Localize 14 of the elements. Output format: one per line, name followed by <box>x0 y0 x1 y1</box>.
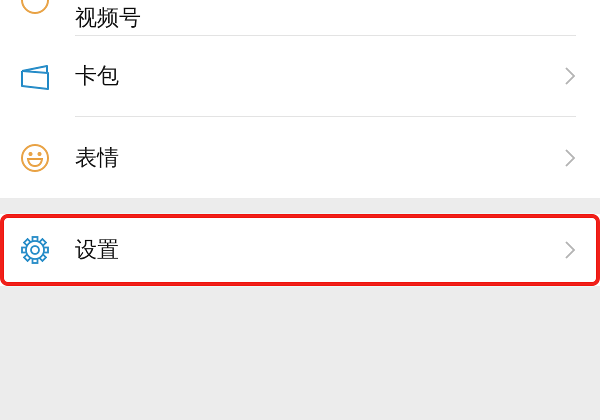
menu-label: 设置 <box>75 237 119 265</box>
menu-item[interactable]: 卡包 <box>0 36 600 117</box>
chevron-icon <box>564 148 576 168</box>
menu-item[interactable]: 视频号 <box>0 0 600 36</box>
menu-item[interactable]: 表情 <box>0 117 600 198</box>
settings-icon <box>20 235 50 265</box>
menu-label: 卡包 <box>75 63 119 91</box>
chevron-icon <box>564 240 576 260</box>
wallet-icon <box>20 64 50 90</box>
menu-label: 表情 <box>75 144 119 172</box>
menu-label: 视频号 <box>75 4 141 32</box>
chevron-icon <box>564 66 576 86</box>
highlighted-menu-item[interactable]: 设置 <box>0 214 600 286</box>
smiley-icon <box>20 142 50 172</box>
